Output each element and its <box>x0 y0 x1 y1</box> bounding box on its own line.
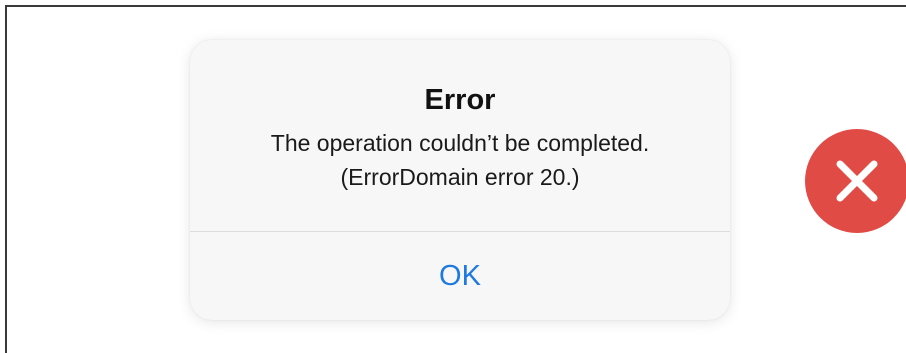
error-badge <box>805 129 906 233</box>
alert-message-line-2: (ErrorDomain error 20.) <box>340 164 580 190</box>
error-alert-dialog: Error The operation couldn’t be complete… <box>190 40 730 320</box>
alert-title: Error <box>424 84 496 116</box>
alert-message: The operation couldn’t be completed. (Er… <box>190 126 730 194</box>
ok-button[interactable]: OK <box>190 232 730 320</box>
close-icon <box>836 160 878 202</box>
alert-message-line-1: The operation couldn’t be completed. <box>270 130 650 156</box>
